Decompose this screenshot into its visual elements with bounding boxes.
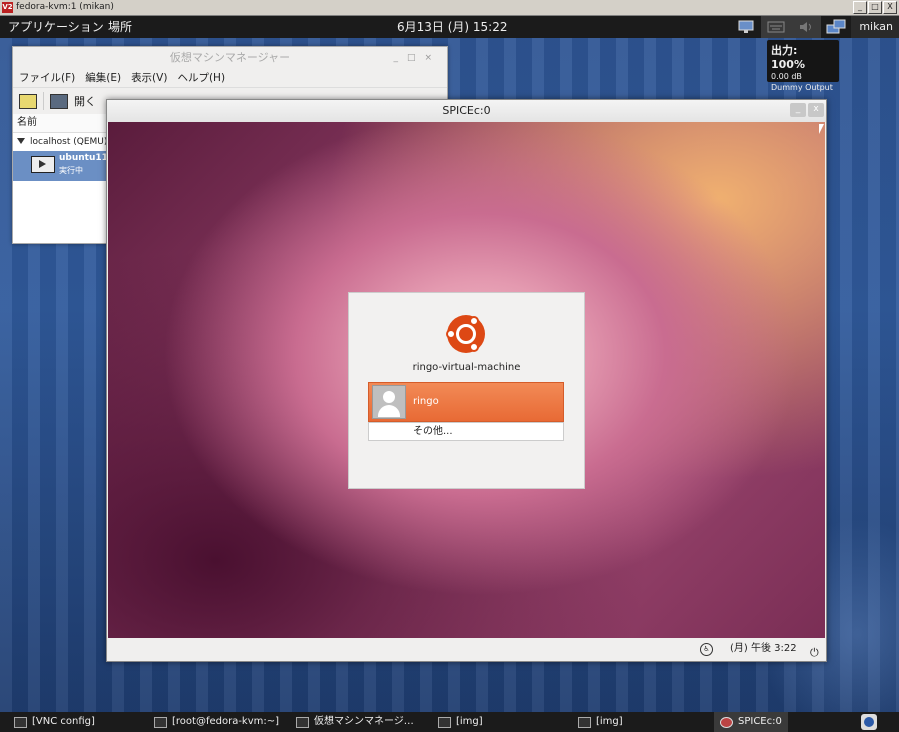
spice-window-buttons: _ x (790, 103, 824, 117)
task-vnc-config[interactable]: [VNC config] (14, 712, 95, 732)
task-label: [VNC config] (32, 716, 95, 727)
ubuntu-logo-icon (446, 315, 485, 353)
task-virt-manager[interactable]: 仮想マシンマネージ… (296, 712, 414, 732)
vnc-titlebar: V2 fedora-kvm:1 (mikan) _ □ X (0, 0, 899, 16)
terminal-icon (154, 716, 167, 728)
spice-title: SPICEc:0 (442, 104, 491, 117)
mouse-cursor-icon (819, 124, 824, 134)
task-label: [img] (596, 716, 623, 727)
vnc-window-title: fedora-kvm:1 (mikan) (16, 2, 114, 12)
guest-status-bar: ♿ (月) 午後 3:22 ⏻ (108, 638, 825, 660)
user-avatar-icon (372, 385, 406, 419)
volume-level: 出力: 100% (771, 44, 805, 71)
task-spice[interactable]: SPICEc:0 (714, 712, 788, 732)
spice-minimize-button[interactable]: _ (790, 103, 806, 117)
spice-titlebar: SPICEc:0 _ x (107, 100, 826, 122)
task-label: [img] (456, 716, 483, 727)
spice-icon (720, 716, 733, 728)
monitor-icon (296, 716, 309, 728)
vm-running-icon (31, 156, 55, 173)
vnc-logo-icon: V2 (2, 2, 13, 13)
login-user-name: ringo (413, 396, 439, 407)
menu-edit[interactable]: 編集(E) (85, 69, 121, 87)
vnc-minimize-button[interactable]: _ (853, 1, 867, 14)
task-terminal[interactable]: [root@fedora-kvm:~] (154, 712, 279, 732)
keyboard-icon[interactable] (761, 16, 792, 38)
login-user-ringo[interactable]: ringo (368, 382, 564, 422)
guest-status: 実行中 (59, 166, 83, 175)
expand-triangle-icon[interactable] (17, 138, 25, 144)
vnc-window-buttons: _ □ X (853, 1, 897, 14)
network-icon[interactable] (821, 16, 851, 38)
guest-clock: (月) 午後 3:22 (730, 643, 797, 654)
top-panel: アプリケーション 場所 6月13日 (月) 15:22 mikan (0, 16, 899, 38)
login-dialog: ringo-virtual-machine ringo その他... (348, 292, 585, 489)
volume-device: Dummy Output (771, 83, 833, 92)
login-other-user[interactable]: その他... (368, 422, 564, 441)
vnc-close-button[interactable]: X (883, 1, 897, 14)
spice-window: SPICEc:0 _ x ringo-virtual-machine ringo… (106, 99, 827, 662)
folder-icon (438, 716, 451, 728)
task-label: 仮想マシンマネージ… (314, 716, 414, 727)
user-menu[interactable]: mikan (851, 16, 899, 38)
volume-popup: 出力: 100% 0.00 dB Dummy Output (767, 40, 839, 92)
display-icon[interactable] (731, 16, 761, 38)
virt-manager-titlebar: 仮想マシンマネージャー _□× (13, 47, 447, 69)
menu-help[interactable]: ヘルプ(H) (177, 69, 225, 87)
open-button[interactable]: 開く (74, 93, 96, 109)
login-hostname: ringo-virtual-machine (412, 362, 521, 373)
folder-icon (578, 716, 591, 728)
spice-close-button[interactable]: x (808, 103, 824, 117)
virt-manager-window-buttons[interactable]: _□× (393, 47, 441, 69)
workspace-switcher-icon[interactable] (861, 714, 877, 730)
guest-screen[interactable]: ringo-virtual-machine ringo その他... (108, 122, 825, 638)
task-img-1[interactable]: [img] (438, 712, 483, 732)
host-label: localhost (QEMU) (30, 137, 108, 147)
volume-db: 0.00 dB (771, 72, 802, 81)
vnc-maximize-button[interactable]: □ (868, 1, 882, 14)
panel-clock[interactable]: 6月13日 (月) 15:22 (397, 16, 507, 38)
applications-menu[interactable]: アプリケーション (8, 16, 104, 38)
volume-icon[interactable] (791, 16, 822, 38)
places-menu[interactable]: 場所 (108, 16, 132, 38)
virt-manager-title: 仮想マシンマネージャー (169, 51, 291, 64)
menu-view[interactable]: 表示(V) (131, 69, 167, 87)
bottom-taskbar: [VNC config] [root@fedora-kvm:~] 仮想マシンマネ… (0, 712, 899, 732)
task-label: [root@fedora-kvm:~] (172, 716, 280, 727)
accessibility-icon[interactable]: ♿ (700, 643, 713, 656)
task-label: SPICEc:0 (738, 716, 782, 727)
open-monitor-icon[interactable] (50, 93, 68, 109)
system-tray: mikan (731, 16, 899, 38)
task-img-2[interactable]: [img] (578, 712, 623, 732)
menu-file[interactable]: ファイル(F) (19, 69, 75, 87)
toolbar-separator (43, 92, 44, 110)
new-vm-icon[interactable] (19, 93, 37, 109)
virt-manager-menubar: ファイル(F) 編集(E) 表示(V) ヘルプ(H) (13, 69, 447, 87)
window-icon (14, 716, 27, 728)
power-icon[interactable]: ⏻ (810, 642, 819, 664)
login-other-label: その他... (413, 426, 453, 437)
